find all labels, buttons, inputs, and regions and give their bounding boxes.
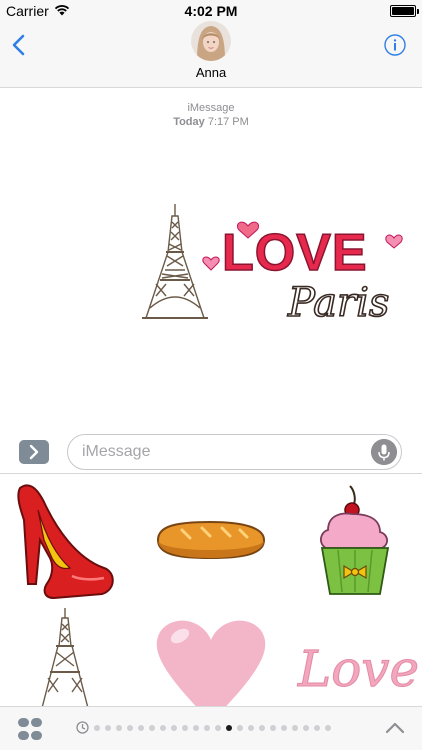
- paris-script: Paris: [287, 280, 389, 326]
- page-dot[interactable]: [259, 725, 265, 731]
- love-script-text: Love: [297, 640, 418, 698]
- expand-apps-button[interactable]: [19, 440, 49, 464]
- composer-bar: [0, 430, 422, 474]
- pink-heart-icon[interactable]: [152, 612, 270, 708]
- sticker-drawer: Love: [0, 474, 422, 708]
- love-script-icon[interactable]: Love: [294, 624, 419, 708]
- page-dot[interactable]: [171, 725, 177, 731]
- page-dot[interactable]: [160, 725, 166, 731]
- page-dot[interactable]: [149, 725, 155, 731]
- message-field[interactable]: [67, 434, 402, 470]
- page-dot[interactable]: [215, 725, 221, 731]
- eiffel-tower-icon[interactable]: [36, 606, 94, 708]
- message-input[interactable]: [82, 435, 362, 469]
- baguette-icon[interactable]: [150, 516, 270, 564]
- cupcake-icon[interactable]: [314, 482, 396, 600]
- page-dot[interactable]: [105, 725, 111, 731]
- page-dot[interactable]: [138, 725, 144, 731]
- page-dot[interactable]: [237, 725, 243, 731]
- battery-icon: [390, 5, 419, 17]
- page-dot[interactable]: [303, 725, 309, 731]
- timestamp-time: 7:17 PM: [207, 116, 249, 128]
- app-grid-icon[interactable]: [17, 716, 43, 742]
- page-dot[interactable]: [270, 725, 276, 731]
- chevron-up-icon[interactable]: [384, 719, 406, 737]
- status-time: 4:02 PM: [184, 3, 238, 19]
- navigation-bar: Carrier 4:02 PM Anna: [0, 0, 422, 88]
- page-dot[interactable]: [248, 725, 254, 731]
- back-chevron-icon[interactable]: [10, 34, 30, 56]
- info-icon[interactable]: [384, 34, 406, 56]
- small-heart-icon: [202, 256, 220, 271]
- page-dot[interactable]: [314, 725, 320, 731]
- page-dot[interactable]: [94, 725, 100, 731]
- service-label: iMessage: [187, 102, 235, 114]
- status-bar: Carrier 4:02 PM: [0, 0, 422, 22]
- page-indicator[interactable]: [94, 725, 331, 731]
- page-dot[interactable]: [116, 725, 122, 731]
- page-dot[interactable]: [127, 725, 133, 731]
- small-heart-icon: [385, 234, 403, 249]
- red-high-heel-icon[interactable]: [14, 480, 118, 602]
- conversation-header: iMessage Today 7:17 PM: [0, 101, 422, 129]
- app-drawer-bar: [0, 706, 422, 750]
- page-dot[interactable]: [292, 725, 298, 731]
- page-dot[interactable]: [193, 725, 199, 731]
- eiffel-tower-icon: [142, 204, 208, 319]
- love-title: LOVE: [222, 224, 368, 282]
- page-dot[interactable]: [281, 725, 287, 731]
- recents-clock-icon[interactable]: [76, 721, 89, 734]
- timestamp: Today 7:17 PM: [0, 115, 422, 129]
- timestamp-day: Today: [173, 116, 205, 128]
- page-dot[interactable]: [182, 725, 188, 731]
- page-dot[interactable]: [325, 725, 331, 731]
- microphone-icon[interactable]: [371, 439, 397, 465]
- page-dot[interactable]: [204, 725, 210, 731]
- contact-avatar[interactable]: [191, 21, 231, 61]
- love-paris-sticker[interactable]: LOVE Paris: [138, 196, 406, 336]
- page-dot[interactable]: [226, 725, 232, 731]
- contact-name[interactable]: Anna: [0, 65, 422, 80]
